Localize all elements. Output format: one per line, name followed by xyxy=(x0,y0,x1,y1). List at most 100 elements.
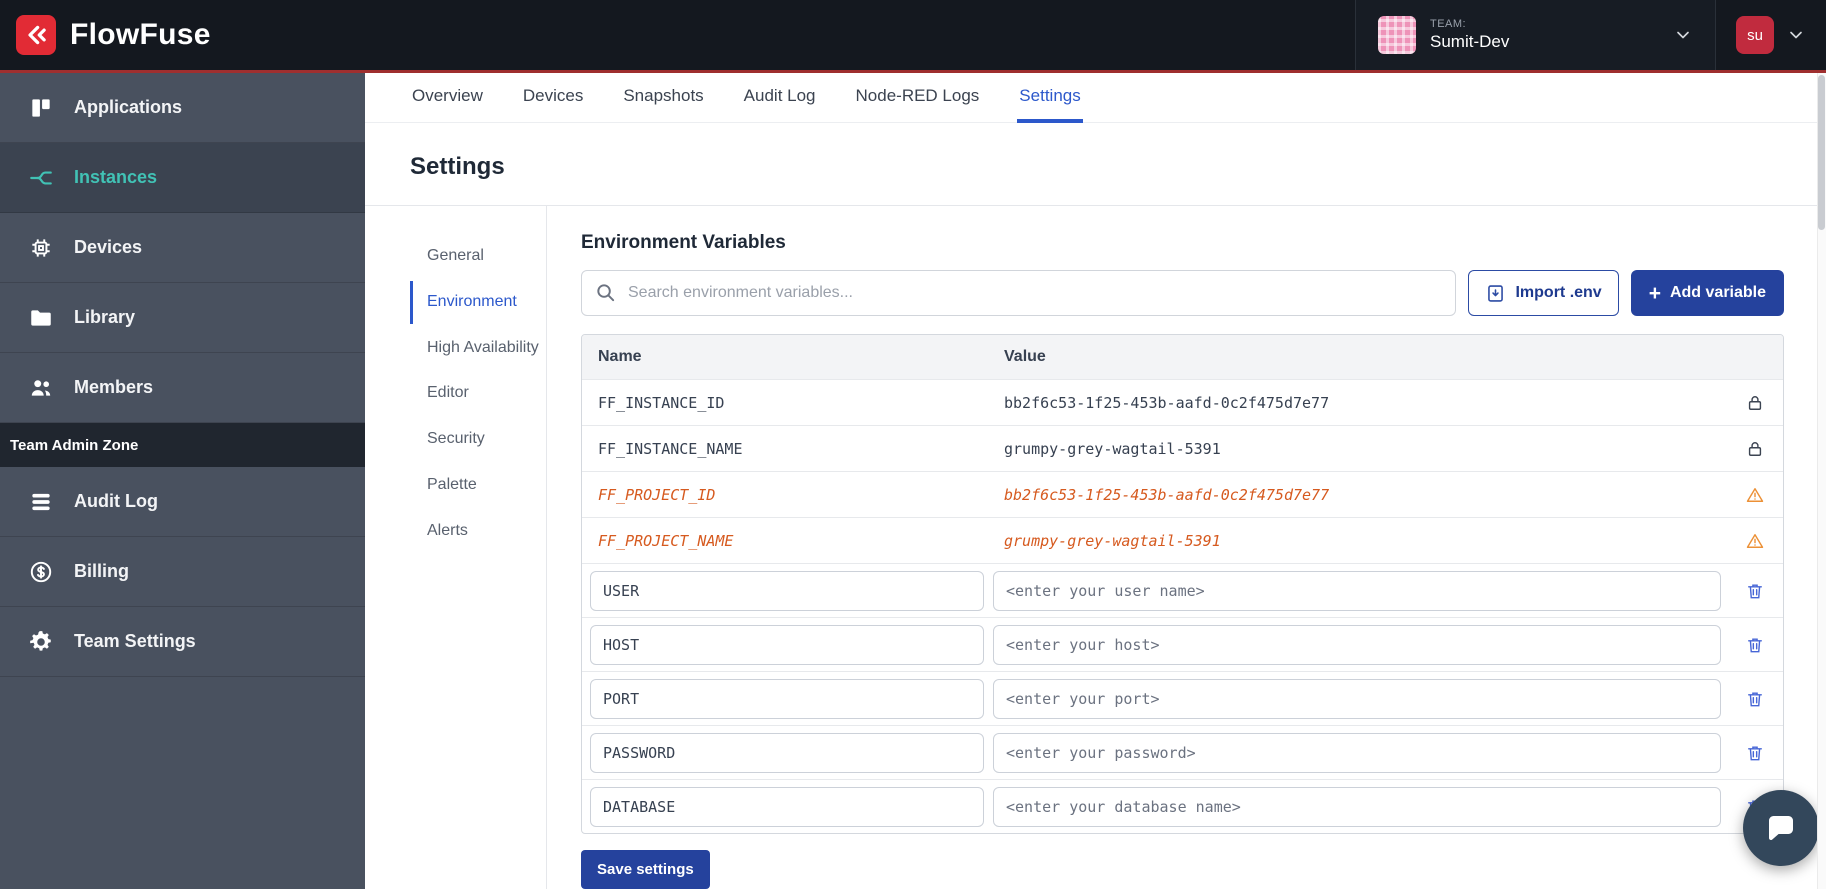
sidebar-item-team-settings[interactable]: Team Settings xyxy=(0,607,365,677)
table-row: FF_INSTANCE_ID bb2f6c53-1f25-453b-aafd-0… xyxy=(582,379,1783,425)
user-avatar: su xyxy=(1736,16,1774,54)
env-var-value-input[interactable] xyxy=(993,625,1721,665)
sidebar-item-label: Devices xyxy=(74,237,142,258)
gear-icon xyxy=(28,629,54,655)
env-var-value-input[interactable] xyxy=(993,787,1721,827)
chevron-down-icon xyxy=(1673,25,1693,45)
env-var-name: FF_PROJECT_ID xyxy=(582,486,990,504)
subnav-environment[interactable]: Environment xyxy=(410,281,546,324)
chat-widget-button[interactable] xyxy=(1743,790,1819,866)
trash-icon[interactable] xyxy=(1745,743,1765,763)
add-variable-label: Add variable xyxy=(1670,284,1766,302)
sidebar-item-label: Instances xyxy=(74,167,157,188)
column-header-value: Value xyxy=(990,348,1727,366)
flowfuse-logo-icon xyxy=(16,15,56,55)
tab-audit-log[interactable]: Audit Log xyxy=(742,73,818,123)
trash-icon[interactable] xyxy=(1745,581,1765,601)
team-avatar xyxy=(1378,16,1416,54)
tab-overview[interactable]: Overview xyxy=(410,73,485,123)
env-var-value: grumpy-grey-wagtail-5391 xyxy=(990,532,1727,550)
applications-icon xyxy=(28,95,54,121)
subnav-general[interactable]: General xyxy=(410,235,546,278)
tab-settings[interactable]: Settings xyxy=(1017,73,1082,123)
env-var-name-input[interactable] xyxy=(590,733,984,773)
subnav-palette[interactable]: Palette xyxy=(410,464,546,507)
sidebar-item-label: Billing xyxy=(74,561,129,582)
env-var-value-input[interactable] xyxy=(993,679,1721,719)
team-name: Sumit-Dev xyxy=(1430,31,1509,52)
trash-icon[interactable] xyxy=(1745,689,1765,709)
search-input[interactable] xyxy=(581,270,1456,316)
settings-subnav: General Environment High Availability Ed… xyxy=(410,206,547,889)
environment-panel: Environment Variables Import .env xyxy=(547,206,1826,889)
layout: Applications Instances Devices Library M… xyxy=(0,73,1826,889)
subnav-editor[interactable]: Editor xyxy=(410,372,546,415)
sidebar-item-applications[interactable]: Applications xyxy=(0,73,365,143)
sidebar: Applications Instances Devices Library M… xyxy=(0,73,365,889)
chevron-down-icon xyxy=(1786,25,1806,45)
sidebar-item-members[interactable]: Members xyxy=(0,353,365,423)
chat-bubble-icon xyxy=(1763,810,1799,846)
sidebar-item-audit-log[interactable]: Audit Log xyxy=(0,467,365,537)
trash-icon[interactable] xyxy=(1745,635,1765,655)
tab-node-red-logs[interactable]: Node-RED Logs xyxy=(854,73,982,123)
page-header: Settings xyxy=(365,123,1826,205)
env-var-name-input[interactable] xyxy=(590,625,984,665)
table-row: FF_PROJECT_ID bb2f6c53-1f25-453b-aafd-0c… xyxy=(582,471,1783,517)
env-var-value-input[interactable] xyxy=(993,733,1721,773)
env-var-name: FF_PROJECT_NAME xyxy=(582,532,990,550)
instances-icon xyxy=(28,165,54,191)
column-header-name: Name xyxy=(582,348,990,366)
dollar-circle-icon xyxy=(28,559,54,585)
env-var-name-input[interactable] xyxy=(590,787,984,827)
scrollbar-track[interactable] xyxy=(1817,73,1826,889)
import-file-icon xyxy=(1485,283,1506,304)
add-variable-button[interactable]: + Add variable xyxy=(1631,270,1784,316)
subnav-alerts[interactable]: Alerts xyxy=(410,510,546,553)
sidebar-item-label: Team Settings xyxy=(74,631,196,652)
team-admin-zone-label: Team Admin Zone xyxy=(0,423,365,467)
audit-log-icon xyxy=(28,489,54,515)
sidebar-item-label: Audit Log xyxy=(74,491,158,512)
env-var-name: FF_INSTANCE_NAME xyxy=(582,440,990,458)
sidebar-item-library[interactable]: Library xyxy=(0,283,365,353)
sidebar-item-devices[interactable]: Devices xyxy=(0,213,365,283)
subnav-high-availability[interactable]: High Availability xyxy=(410,327,546,370)
subnav-security[interactable]: Security xyxy=(410,418,546,461)
sidebar-item-label: Library xyxy=(74,307,135,328)
team-switcher[interactable]: TEAM: Sumit-Dev xyxy=(1355,0,1715,70)
team-label: TEAM: xyxy=(1430,18,1509,32)
devices-icon xyxy=(28,235,54,261)
user-menu[interactable]: su xyxy=(1715,0,1826,70)
env-var-name-input[interactable] xyxy=(590,571,984,611)
table-header: Name Value xyxy=(582,335,1783,379)
env-var-name: FF_INSTANCE_ID xyxy=(582,394,990,412)
topbar: FlowFuse TEAM: Sumit-Dev su xyxy=(0,0,1826,70)
env-var-value-input[interactable] xyxy=(993,571,1721,611)
table-row xyxy=(582,617,1783,671)
scrollbar-thumb[interactable] xyxy=(1818,75,1825,230)
env-var-name-input[interactable] xyxy=(590,679,984,719)
members-icon xyxy=(28,375,54,401)
plus-icon: + xyxy=(1649,283,1661,304)
table-row: FF_PROJECT_NAME grumpy-grey-wagtail-5391 xyxy=(582,517,1783,563)
sidebar-item-billing[interactable]: Billing xyxy=(0,537,365,607)
env-variables-table: Name Value FF_INSTANCE_ID bb2f6c53-1f25-… xyxy=(581,334,1784,834)
sidebar-item-instances[interactable]: Instances xyxy=(0,143,365,213)
home-link[interactable]: FlowFuse xyxy=(0,15,211,55)
sidebar-item-label: Members xyxy=(74,377,153,398)
tab-snapshots[interactable]: Snapshots xyxy=(621,73,705,123)
env-toolbar: Import .env + Add variable xyxy=(581,270,1784,316)
team-text: TEAM: Sumit-Dev xyxy=(1430,18,1509,53)
instance-tabs: Overview Devices Snapshots Audit Log Nod… xyxy=(365,73,1826,123)
lock-icon xyxy=(1745,393,1765,413)
main-content: Overview Devices Snapshots Audit Log Nod… xyxy=(365,73,1826,889)
save-settings-button[interactable]: Save settings xyxy=(581,850,710,889)
env-var-value: bb2f6c53-1f25-453b-aafd-0c2f475d7e77 xyxy=(990,486,1727,504)
search-wrap xyxy=(581,270,1456,316)
import-env-button[interactable]: Import .env xyxy=(1468,270,1618,316)
tab-devices[interactable]: Devices xyxy=(521,73,585,123)
warning-icon xyxy=(1745,531,1765,551)
lock-icon xyxy=(1745,439,1765,459)
warning-icon xyxy=(1745,485,1765,505)
